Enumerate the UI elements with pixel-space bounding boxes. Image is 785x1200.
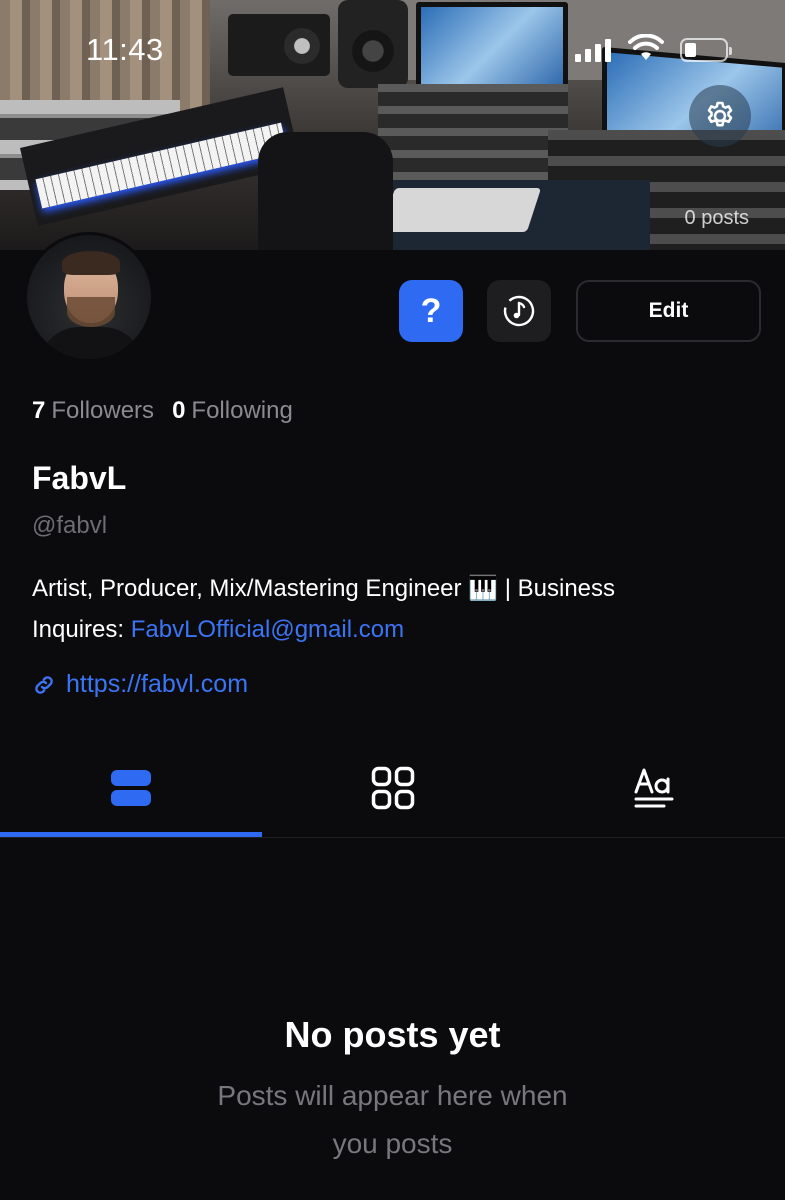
followers-label: Followers <box>51 397 155 424</box>
gear-icon <box>707 101 733 127</box>
tab-grid-view[interactable] <box>262 738 523 838</box>
help-button[interactable]: ? <box>399 280 463 342</box>
music-button[interactable] <box>487 280 551 342</box>
status-time: 11:43 <box>86 32 164 67</box>
grid-view-icon <box>371 766 414 810</box>
posts-count: 0 posts <box>684 207 749 229</box>
website-url: https://fabvl.com <box>66 670 249 698</box>
avatar[interactable] <box>24 232 154 362</box>
battery-icon <box>680 38 732 62</box>
signal-icon <box>575 38 611 62</box>
profile-tabs <box>0 738 785 838</box>
follow-stats: 7 Followers 0 Following <box>32 397 293 425</box>
empty-state-subtitle: Posts will appear here when you posts <box>0 1072 785 1168</box>
link-icon <box>35 675 53 694</box>
following-link[interactable]: 0 Following <box>172 397 293 425</box>
tab-text-view[interactable] <box>523 738 785 838</box>
empty-state-subtitle-line-2: you posts <box>332 1128 453 1159</box>
empty-state-title: No posts yet <box>284 1014 501 1055</box>
edit-profile-button[interactable]: Edit <box>576 280 761 342</box>
website-link[interactable]: https://fabvl.com <box>32 670 248 699</box>
wifi-icon <box>628 34 664 60</box>
following-count: 0 <box>172 397 186 424</box>
user-handle: @fabvl <box>32 512 108 539</box>
music-note-icon <box>503 295 535 327</box>
active-tab-indicator <box>0 832 262 837</box>
bio-line-2-prefix: Inquires: <box>32 616 131 643</box>
text-view-icon <box>634 768 674 808</box>
followers-link[interactable]: 7 Followers <box>32 397 154 425</box>
settings-button[interactable] <box>689 85 751 147</box>
tab-list-view[interactable] <box>0 738 262 838</box>
empty-state-subtitle-line-1: Posts will appear here when <box>217 1080 568 1111</box>
following-label: Following <box>191 397 293 424</box>
bio-line-1: Artist, Producer, Mix/Mastering Engineer… <box>32 575 616 602</box>
list-view-icon <box>111 770 151 806</box>
followers-count: 7 <box>32 397 46 424</box>
bio-email-link[interactable]: FabvLOfficial@gmail.com <box>131 616 404 643</box>
display-name: FabvL <box>32 460 127 496</box>
bio: Artist, Producer, Mix/Mastering Engineer… <box>32 568 752 650</box>
